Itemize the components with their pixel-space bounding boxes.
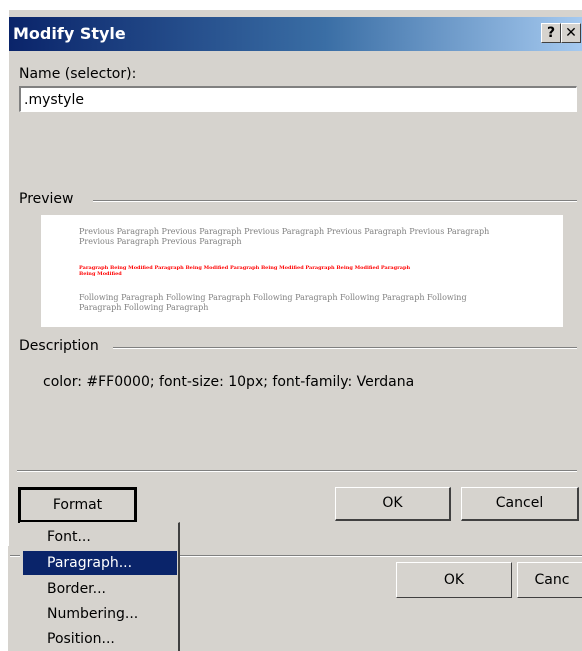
preview-current-paragraph: Paragraph Being Modified Paragraph Being…	[79, 265, 411, 277]
preview-following-paragraph: Following Paragraph Following Paragraph …	[79, 293, 467, 312]
ok-button[interactable]: OK	[335, 487, 451, 521]
preview-box: Previous Paragraph Previous Paragraph Pr…	[41, 215, 563, 327]
title-bar[interactable]: Modify Style ? ✕	[9, 17, 582, 51]
help-button[interactable]: ?	[541, 23, 561, 43]
preview-label: Preview	[19, 191, 74, 207]
bottom-separator	[17, 470, 577, 472]
dialog-title: Modify Style	[13, 24, 126, 43]
format-menu: Font... Paragraph... Border... Numbering…	[20, 522, 180, 651]
name-selector-input[interactable]	[19, 86, 577, 112]
modify-style-dialog: Modify Style ? ✕ Name (selector): Previe…	[8, 10, 582, 546]
cancel-button[interactable]: Cancel	[461, 487, 579, 521]
background-ok-button[interactable]: OK	[396, 562, 512, 598]
preview-previous-paragraph: Previous Paragraph Previous Paragraph Pr…	[79, 227, 490, 246]
name-label: Name (selector):	[19, 66, 137, 82]
description-label: Description	[19, 338, 99, 354]
menu-item-position[interactable]: Position...	[23, 627, 177, 651]
background-cancel-button[interactable]: Canc	[517, 562, 582, 598]
description-group-line	[113, 347, 577, 349]
menu-item-font[interactable]: Font...	[23, 525, 177, 549]
preview-group-line	[93, 200, 577, 202]
menu-item-border[interactable]: Border...	[23, 577, 177, 601]
close-button[interactable]: ✕	[561, 23, 581, 43]
description-text: color: #FF0000; font-size: 10px; font-fa…	[43, 374, 415, 390]
format-button[interactable]: Format	[18, 487, 137, 523]
menu-item-paragraph[interactable]: Paragraph...	[23, 551, 177, 575]
menu-item-numbering[interactable]: Numbering...	[23, 602, 177, 626]
